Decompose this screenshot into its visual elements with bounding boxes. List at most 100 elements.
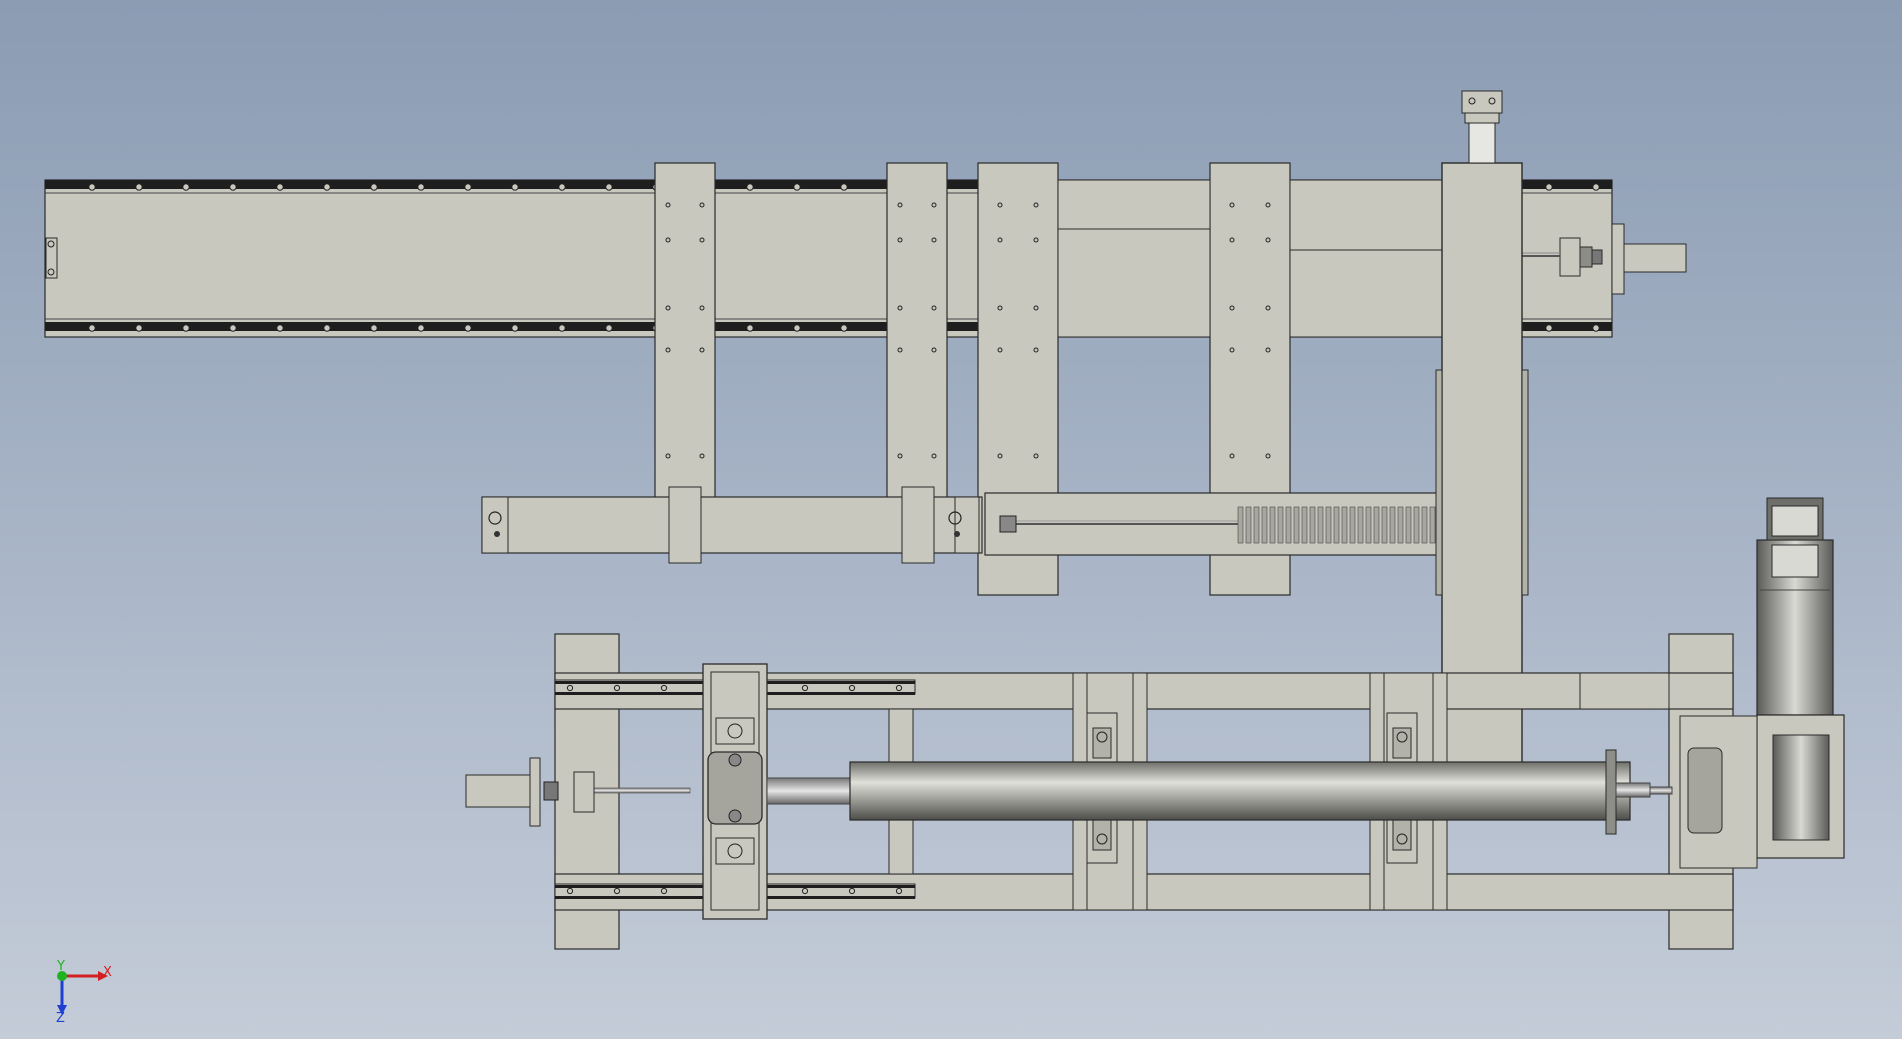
vertical-plate-2[interactable] xyxy=(886,162,948,504)
x-axis-label: X xyxy=(103,965,112,980)
bolt-icon xyxy=(665,305,671,311)
bolt-icon xyxy=(1229,237,1235,243)
bolt-icon xyxy=(1265,202,1271,208)
bolt-icon xyxy=(997,202,1003,208)
bolt-icon xyxy=(665,347,671,353)
z-axis-label: Z xyxy=(56,1011,65,1026)
bellows-fold xyxy=(1309,506,1316,544)
bolt-icon xyxy=(793,183,801,191)
bolt-icon xyxy=(931,202,937,208)
bolt-icon xyxy=(1229,453,1235,459)
bolt-icon xyxy=(1229,202,1235,208)
bolt-icon xyxy=(897,305,903,311)
bolt-icon xyxy=(848,887,856,895)
bellows-fold xyxy=(1317,506,1324,544)
bolt-icon xyxy=(840,324,848,332)
bellows-fold xyxy=(1301,506,1308,544)
bolt-icon xyxy=(931,305,937,311)
bolt-icon xyxy=(699,347,705,353)
bolt-icon xyxy=(665,453,671,459)
gearbox[interactable] xyxy=(1679,714,1845,869)
bolt-icon xyxy=(605,324,613,332)
bolt-icon xyxy=(897,347,903,353)
bolt-icon xyxy=(229,324,237,332)
bolt-icon xyxy=(566,684,574,692)
bellows-fold xyxy=(1429,506,1436,544)
bolt-icon xyxy=(558,183,566,191)
bolt-icon xyxy=(511,324,519,332)
bolt-icon xyxy=(370,183,378,191)
bolt-icon xyxy=(895,887,903,895)
bellows-fold xyxy=(1325,506,1332,544)
bolt-icon xyxy=(276,183,284,191)
bolt-icon xyxy=(88,183,96,191)
bellows-fold xyxy=(1333,506,1340,544)
bellows-fold xyxy=(1389,506,1396,544)
cad-viewport[interactable]: X Y Z xyxy=(0,0,1902,1039)
bolt-icon xyxy=(135,324,143,332)
bolt-icon xyxy=(801,684,809,692)
bolt-icon xyxy=(931,453,937,459)
bolt-icon xyxy=(897,453,903,459)
bellows-fold xyxy=(1269,506,1276,544)
bellows-fold xyxy=(1357,506,1364,544)
bolt-icon xyxy=(848,684,856,692)
bolt-icon xyxy=(1592,183,1600,191)
bellows-fold xyxy=(1421,506,1428,544)
bolt-icon xyxy=(1545,183,1553,191)
bolt-icon xyxy=(1265,237,1271,243)
bolt-icon xyxy=(1265,347,1271,353)
y-axis-label: Y xyxy=(56,959,65,974)
servo-motor[interactable] xyxy=(1756,497,1834,716)
bolt-icon xyxy=(801,887,809,895)
bolt-icon xyxy=(997,237,1003,243)
assembly-drawing[interactable]: X Y Z xyxy=(0,0,1902,1039)
bolt-icon xyxy=(1033,453,1039,459)
middle-actuator-housing[interactable] xyxy=(481,486,983,564)
middle-screw-guide[interactable] xyxy=(984,492,1446,556)
bolt-icon xyxy=(276,324,284,332)
bellows-fold xyxy=(1261,506,1268,544)
bolt-icon xyxy=(793,324,801,332)
bolt-icon xyxy=(931,347,937,353)
lower-cylinder[interactable] xyxy=(849,749,1651,835)
bolt-icon xyxy=(897,202,903,208)
bolt-icon xyxy=(1592,324,1600,332)
lower-carriage[interactable] xyxy=(702,663,768,920)
bolt-icon xyxy=(699,237,705,243)
bolt-icon xyxy=(895,684,903,692)
bolt-icon xyxy=(566,887,574,895)
bolt-icon xyxy=(1033,347,1039,353)
bellows-fold xyxy=(1277,506,1284,544)
bellows-fold xyxy=(1349,506,1356,544)
bolt-icon xyxy=(605,183,613,191)
bolt-icon xyxy=(665,202,671,208)
bolt-icon xyxy=(1229,305,1235,311)
bolt-icon xyxy=(997,305,1003,311)
bolt-icon xyxy=(1265,453,1271,459)
bolt-icon xyxy=(1033,305,1039,311)
bolt-icon xyxy=(660,684,668,692)
bolt-icon xyxy=(511,183,519,191)
bellows-fold xyxy=(1413,506,1420,544)
bolt-icon xyxy=(1033,202,1039,208)
bolt-icon xyxy=(1545,324,1553,332)
axis-triad-icon: X Y Z xyxy=(56,959,112,1026)
bolt-icon xyxy=(897,237,903,243)
bolt-icon xyxy=(182,324,190,332)
bolt-icon xyxy=(1229,347,1235,353)
bellows-fold xyxy=(1373,506,1380,544)
bolt-icon xyxy=(665,237,671,243)
bellows-fold xyxy=(1365,506,1372,544)
bolt-icon xyxy=(699,305,705,311)
bolt-icon xyxy=(660,887,668,895)
bolt-icon xyxy=(135,183,143,191)
bolt-icon xyxy=(370,324,378,332)
vertical-plate-1[interactable] xyxy=(654,162,716,504)
bellows-fold xyxy=(1253,506,1260,544)
bolt-icon xyxy=(840,183,848,191)
bellows-fold xyxy=(1293,506,1300,544)
bolt-icon xyxy=(558,324,566,332)
bolt-icon xyxy=(88,324,96,332)
bolt-icon xyxy=(997,453,1003,459)
